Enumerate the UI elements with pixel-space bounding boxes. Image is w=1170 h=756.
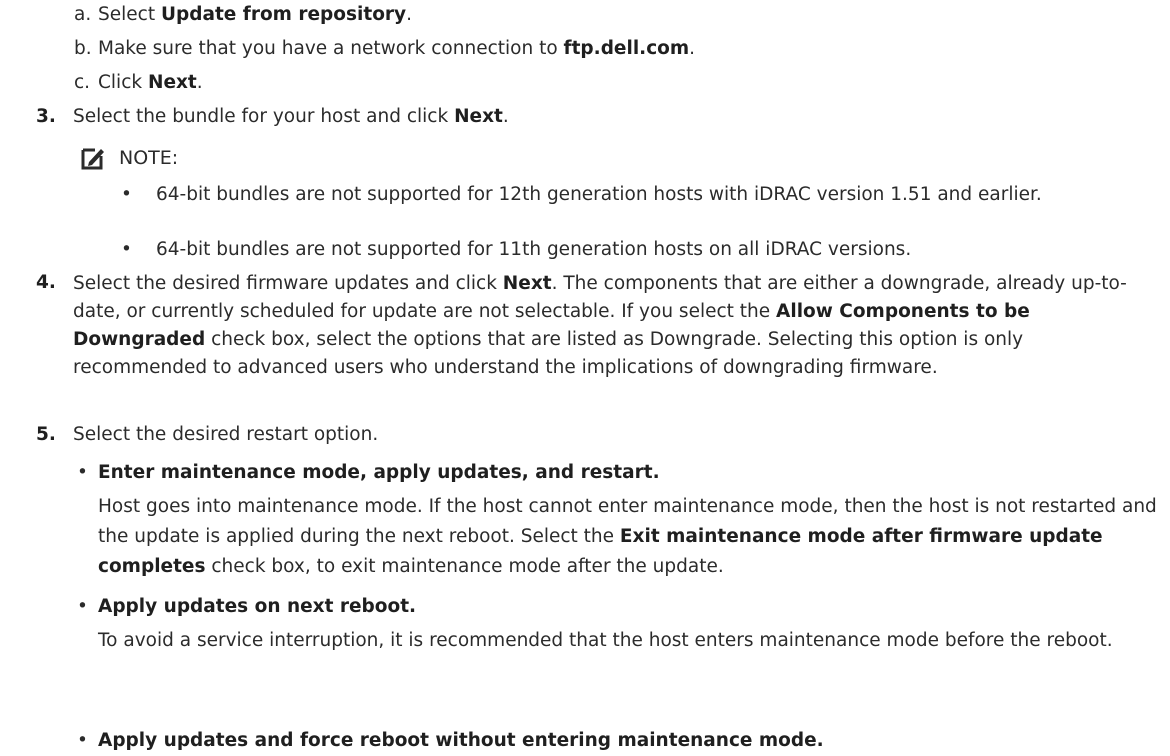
step-number: 4. (36, 272, 56, 293)
bullet-icon: • (77, 730, 88, 751)
note-label: NOTE: (119, 147, 179, 169)
bullet-icon: • (121, 184, 132, 205)
substep-marker: a. (74, 4, 92, 25)
substep-text: Select Update from repository. (98, 4, 412, 25)
substep-text: Make sure that you have a network connec… (98, 38, 696, 59)
option-description: Host goes into maintenance mode. If the … (98, 496, 1157, 577)
step-number: 5. (36, 424, 56, 445)
bullet-icon: • (77, 462, 88, 483)
option-title: Apply updates on next reboot. (98, 596, 417, 617)
step-text: Select the desired restart option. (73, 424, 379, 445)
substep-marker: b. (74, 38, 92, 59)
bullet-icon: • (121, 239, 132, 260)
step-text: Select the desired firmware updates and … (73, 273, 1127, 378)
pencil-note-icon (81, 148, 104, 170)
note-block: NOTE: • 64-bit bundles are not supported… (0, 76, 1170, 260)
bullet-icon: • (77, 596, 88, 617)
note-item: 64-bit bundles are not supported for 12t… (156, 184, 1042, 205)
option-title: Apply updates and force reboot without e… (98, 730, 824, 751)
option-title: Enter maintenance mode, apply updates, a… (98, 462, 660, 483)
option-description: To avoid a service interruption, it is r… (98, 630, 1113, 651)
note-item: 64-bit bundles are not supported for 11t… (156, 239, 912, 260)
